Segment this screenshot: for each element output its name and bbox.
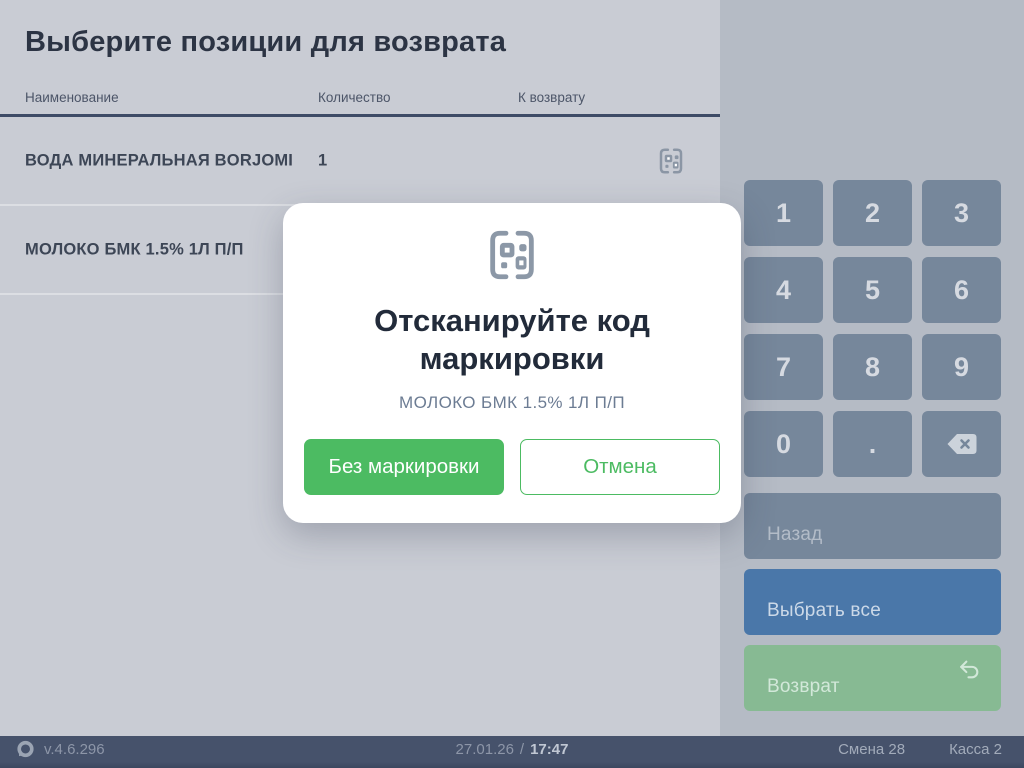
keypad-key-5[interactable]: 5	[833, 257, 912, 323]
select-all-button[interactable]: Выбрать все	[744, 569, 1001, 635]
status-time: 17:47	[530, 741, 568, 758]
scan-marking-modal: Отсканируйте код маркировки МОЛОКО БМК 1…	[283, 203, 741, 523]
keypad-key-dot[interactable]: .	[833, 411, 912, 477]
status-right: Смена 28 Касса 2	[838, 736, 1002, 763]
keypad-key-4[interactable]: 4	[744, 257, 823, 323]
sidebar-actions: Назад Выбрать все Возврат	[744, 493, 1001, 711]
numpad-sidebar: 1 2 3 4 5 6 7 8 9 0 . Назад Выбрать все …	[720, 0, 1024, 736]
terminal-label: Касса 2	[949, 741, 1002, 758]
app-logo-icon	[15, 739, 36, 760]
keypad-key-6[interactable]: 6	[922, 257, 1001, 323]
status-datetime: 27.01.26 / 17:47	[456, 736, 569, 763]
datamatrix-scan-icon	[483, 226, 541, 284]
back-button[interactable]: Назад	[744, 493, 1001, 559]
table-row[interactable]: ВОДА МИНЕРАЛЬНАЯ BORJOMI 1	[0, 117, 720, 206]
keypad-key-9[interactable]: 9	[922, 334, 1001, 400]
modal-product-name: МОЛОКО БМК 1.5% 1Л П/П	[399, 393, 625, 413]
keypad: 1 2 3 4 5 6 7 8 9 0 .	[744, 180, 1001, 477]
status-left: v.4.6.296	[15, 736, 105, 763]
status-separator: /	[520, 741, 524, 758]
column-header-to-return: К возврату	[518, 90, 585, 105]
keypad-key-2[interactable]: 2	[833, 180, 912, 246]
status-date: 27.01.26	[456, 741, 514, 758]
backspace-key[interactable]	[922, 411, 1001, 477]
modal-title: Отсканируйте код маркировки	[332, 302, 692, 378]
refund-button[interactable]: Возврат	[744, 645, 1001, 711]
undo-icon	[957, 658, 982, 683]
column-header-quantity: Количество	[318, 90, 391, 105]
keypad-key-8[interactable]: 8	[833, 334, 912, 400]
cancel-button[interactable]: Отмена	[520, 439, 720, 495]
datamatrix-icon	[656, 146, 686, 176]
product-name: ВОДА МИНЕРАЛЬНАЯ BORJOMI	[25, 151, 293, 170]
page-title: Выберите позиции для возврата	[25, 26, 506, 59]
product-name: МОЛОКО БМК 1.5% 1Л П/П	[25, 240, 244, 259]
app-version: v.4.6.296	[44, 741, 105, 758]
keypad-key-1[interactable]: 1	[744, 180, 823, 246]
pos-return-screen: Выберите позиции для возврата Наименован…	[0, 0, 1024, 768]
keypad-key-3[interactable]: 3	[922, 180, 1001, 246]
modal-buttons: Без маркировки Отмена	[304, 439, 720, 495]
product-quantity: 1	[318, 151, 327, 170]
status-bar: v.4.6.296 27.01.26 / 17:47 Смена 28 Касс…	[0, 736, 1024, 768]
without-marking-button[interactable]: Без маркировки	[304, 439, 504, 495]
column-header-name: Наименование	[25, 90, 119, 105]
refund-button-label: Возврат	[767, 676, 840, 698]
shift-label: Смена 28	[838, 741, 905, 758]
table-header: Наименование Количество К возврату	[0, 90, 720, 114]
keypad-key-7[interactable]: 7	[744, 334, 823, 400]
backspace-icon	[945, 432, 979, 456]
keypad-key-0[interactable]: 0	[744, 411, 823, 477]
